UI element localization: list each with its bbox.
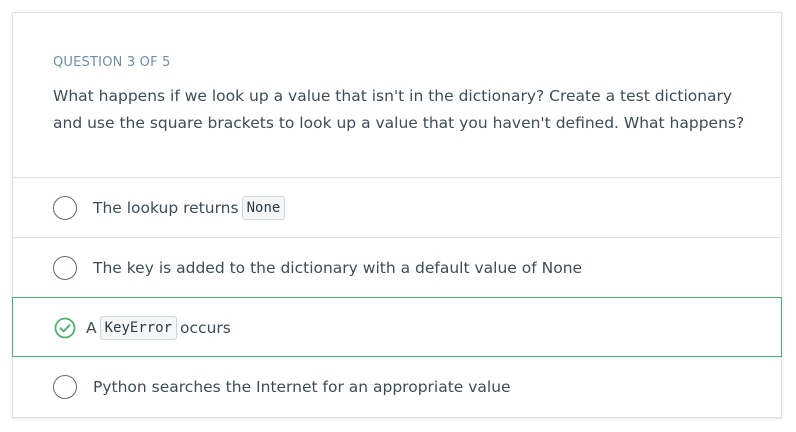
answer-option-label: The lookup returns None [93,178,288,238]
answer-text: A [86,319,97,337]
answer-option-label: The key is added to the dictionary with … [93,238,582,298]
answer-text: Python searches the Internet for an appr… [93,378,511,396]
code-snippet: None [241,196,286,220]
question-number: QUESTION 3 OF 5 [53,55,171,70]
code-snippet: KeyError [99,316,178,340]
answer-option-2[interactable]: The key is added to the dictionary with … [13,237,781,297]
answer-option-4[interactable]: Python searches the Internet for an appr… [13,357,781,417]
answer-option-label: Python searches the Internet for an appr… [93,357,511,417]
question-header: QUESTION 3 OF 5 What happens if we look … [13,13,781,177]
answer-text: The lookup returns [93,199,239,217]
radio-empty-icon[interactable] [53,256,77,280]
quiz-card: QUESTION 3 OF 5 What happens if we look … [12,12,782,418]
radio-empty-icon[interactable] [53,196,77,220]
radio-empty-icon[interactable] [53,375,77,399]
check-circle-icon [54,317,76,339]
question-text: What happens if we look up a value that … [53,87,745,132]
answer-option-1[interactable]: The lookup returns None [13,177,781,237]
answer-option-label: A KeyError occurs [86,298,231,358]
answer-text-after: occurs [180,319,231,337]
answer-text: The key is added to the dictionary with … [93,259,583,277]
answer-option-3-correct[interactable]: A KeyError occurs [12,297,782,357]
